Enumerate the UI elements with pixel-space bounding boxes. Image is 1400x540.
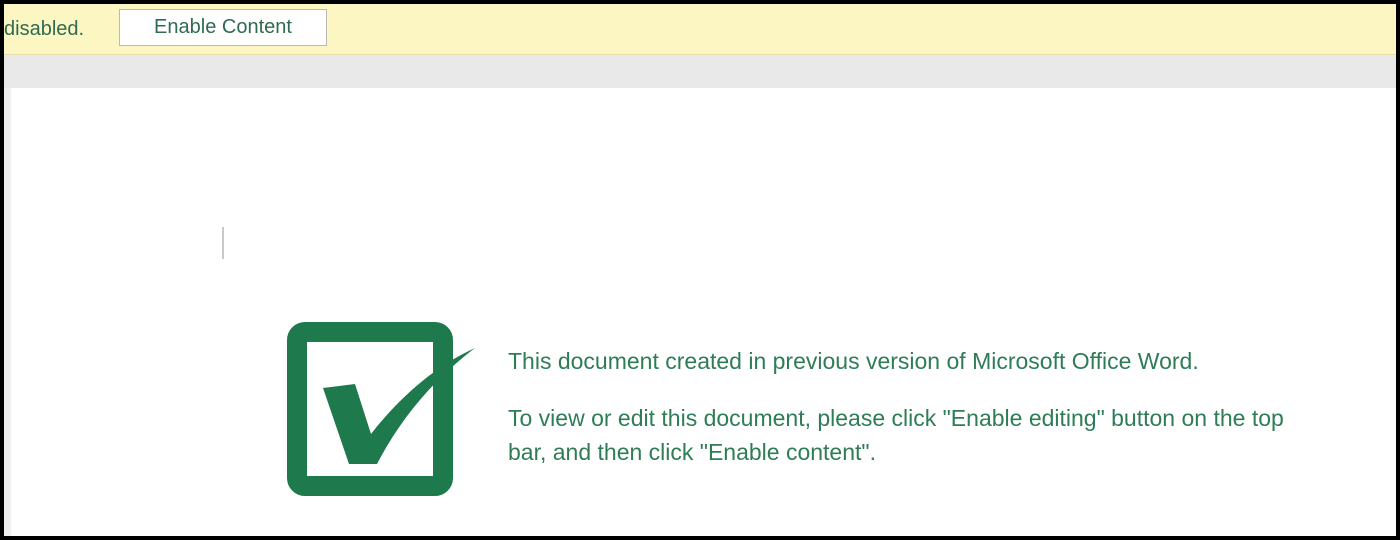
document-instruction: To view or edit this document, please cl…	[508, 405, 1284, 465]
text-cursor	[222, 227, 224, 259]
enable-content-button[interactable]: Enable Content	[119, 9, 327, 46]
security-warning-bar: disabled. Enable Content	[4, 4, 1396, 55]
ruler-area	[4, 55, 1396, 88]
checkbox-checkmark-icon	[287, 322, 475, 496]
word-window: disabled. Enable Content This document c…	[4, 4, 1396, 536]
page-margin	[4, 88, 11, 536]
document-page[interactable]: This document created in previous versio…	[11, 88, 1396, 536]
document-heading: This document created in previous versio…	[508, 348, 1199, 374]
warning-message: disabled.	[4, 18, 85, 40]
